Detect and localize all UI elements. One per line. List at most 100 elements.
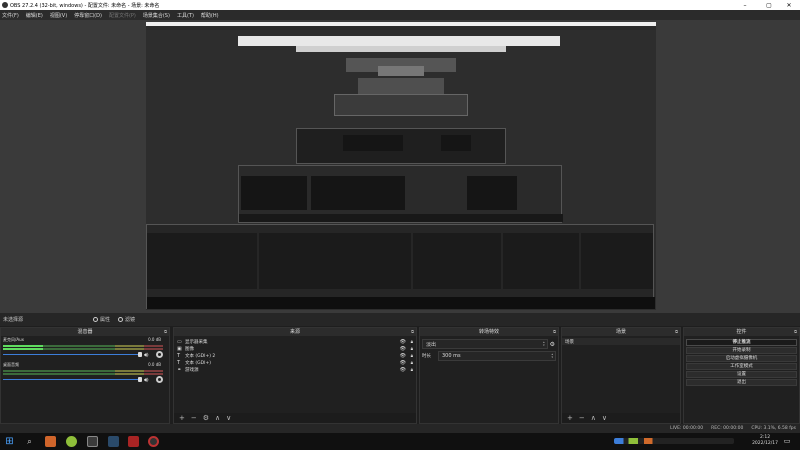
menu-profile[interactable]: 配置文件(P) (109, 12, 136, 19)
lock-icon[interactable]: 🔒︎ (411, 353, 413, 359)
window-title: OBS 27.2.4 (32-bit, windows) - 配置文件: 未命名… (10, 2, 160, 9)
maximize-button[interactable]: ▢ (758, 0, 780, 10)
eye-icon[interactable]: 👁︎ (400, 346, 406, 352)
windows-start-icon[interactable]: ⊞ (4, 436, 15, 447)
scenes-dock: 场景 ⧉ 场景 + − ∧ ∨ (561, 327, 681, 424)
dock-float-icon[interactable]: ⧉ (675, 328, 678, 336)
image-icon: ▣ (177, 345, 182, 352)
stop-streaming-button[interactable]: 停止推流 (686, 339, 797, 346)
system-tray-icons[interactable] (614, 438, 734, 444)
steam-icon[interactable] (108, 436, 119, 447)
properties-button[interactable]: 属性 (93, 316, 110, 323)
menu-help[interactable]: 帮助(H) (201, 12, 219, 19)
nested-capture-level-9 (146, 224, 655, 309)
channel-name: 桌面音频 (3, 362, 19, 367)
mixer-header: 混音器 ⧉ (1, 328, 169, 336)
menu-bar: 文件(F) 编辑(E) 视图(V) 停靠窗口(D) 配置文件(P) 场景集合(S… (0, 10, 800, 20)
taskbar-app-icon[interactable] (66, 436, 77, 447)
eye-icon[interactable]: 👁︎ (400, 339, 406, 345)
add-source-button[interactable]: + (179, 414, 185, 422)
source-properties-button[interactable]: ⚙ (203, 414, 209, 422)
taskbar-app-icon[interactable] (128, 436, 139, 447)
volume-meter (3, 345, 163, 347)
clock[interactable]: 2:12 2022/12/17 (752, 435, 778, 447)
lock-icon[interactable]: 🔒︎ (411, 339, 413, 345)
gear-icon[interactable]: ⚙ (550, 341, 555, 348)
volume-meter (3, 370, 163, 372)
scene-item[interactable]: 场景 (562, 338, 680, 345)
slider-handle[interactable] (138, 377, 142, 382)
cpu-stats: CPU: 3.1%, 6.58 fps (751, 426, 796, 431)
taskbar-app-icon[interactable] (87, 436, 98, 447)
transitions-header: 转场特效 ⧉ (420, 328, 558, 336)
duration-label: 时长 (422, 354, 431, 359)
remove-source-button[interactable]: − (191, 414, 197, 422)
taskbar-app-icon[interactable] (45, 436, 56, 447)
volume-meter (3, 348, 163, 350)
volume-slider[interactable] (3, 352, 142, 357)
controls-dock: 控件 ⧉ 停止推流 开始录制 启动虚拟摄像机 工作室模式 设置 退出 (683, 327, 800, 424)
nested-capture-level-2 (296, 46, 506, 52)
move-down-button[interactable]: ∨ (226, 414, 231, 422)
monitor-icon: ▭ (177, 338, 182, 345)
obs-taskbar-icon[interactable] (148, 436, 159, 447)
exit-button[interactable]: 退出 (686, 379, 797, 386)
menu-docks[interactable]: 停靠窗口(D) (74, 12, 102, 19)
menu-file[interactable]: 文件(F) (2, 12, 19, 19)
menu-tools[interactable]: 工具(T) (177, 12, 194, 19)
filters-button[interactable]: 滤镜 (118, 316, 135, 323)
sources-header: 来源 ⧉ (174, 328, 416, 336)
clock-date: 2022/12/17 (752, 441, 778, 446)
nested-capture-level-1 (238, 36, 560, 46)
scene-up-button[interactable]: ∧ (591, 414, 596, 422)
no-source-selected-label: 未选择源 (3, 317, 24, 323)
dock-float-icon[interactable]: ⧉ (794, 328, 797, 336)
dock-float-icon[interactable]: ⧉ (411, 328, 414, 336)
scene-down-button[interactable]: ∨ (602, 414, 607, 422)
minimize-button[interactable]: – (734, 0, 756, 10)
lock-icon[interactable]: 🔒︎ (411, 360, 413, 366)
volume-slider[interactable] (3, 377, 142, 382)
gear-icon[interactable] (156, 376, 163, 383)
source-item[interactable]: T 文本 (GDI+) 2 👁︎ 🔒︎ (174, 352, 416, 359)
add-scene-button[interactable]: + (567, 414, 573, 422)
eye-icon[interactable]: 👁︎ (400, 353, 406, 359)
gear-icon (93, 317, 99, 322)
notification-icon[interactable]: ▭ (782, 436, 792, 447)
settings-button[interactable]: 设置 (686, 371, 797, 378)
dock-float-icon[interactable]: ⧉ (164, 328, 167, 336)
menu-scene-collection[interactable]: 场景集合(S) (143, 12, 170, 19)
source-item[interactable]: ⚭ 游戏源 👁︎ 🔒︎ (174, 366, 416, 373)
speaker-icon[interactable]: 🔊︎ (144, 351, 148, 360)
preview-canvas[interactable] (146, 22, 656, 310)
menu-edit[interactable]: 编辑(E) (26, 12, 43, 19)
dock-float-icon[interactable]: ⧉ (553, 328, 556, 336)
studio-mode-button[interactable]: 工作室模式 (686, 363, 797, 370)
start-virtual-camera-button[interactable]: 启动虚拟摄像机 (686, 355, 797, 362)
meter-level (3, 348, 43, 350)
move-up-button[interactable]: ∧ (215, 414, 220, 422)
lock-icon[interactable]: 🔒︎ (411, 367, 413, 373)
eye-icon[interactable]: 👁︎ (400, 367, 406, 373)
source-item[interactable]: ▣ 图像 👁︎ 🔒︎ (174, 345, 416, 352)
source-item[interactable]: T 文本 (GDI+) 👁︎ 🔒︎ (174, 359, 416, 366)
title-bar: OBS 27.2.4 (32-bit, windows) - 配置文件: 未命名… (0, 0, 800, 10)
menu-view[interactable]: 视图(V) (50, 12, 67, 19)
eye-icon[interactable]: 👁︎ (400, 360, 406, 366)
scenes-header: 场景 ⧉ (562, 328, 680, 336)
spinner-icon[interactable]: ▴ ▾ (551, 353, 553, 359)
search-icon[interactable]: ⌕ (24, 436, 35, 447)
channel-db: 0.0 dB (148, 362, 161, 367)
transition-select[interactable]: 淡出 ▴ ▾ (422, 339, 548, 349)
slider-handle[interactable] (138, 352, 142, 357)
lock-icon[interactable]: 🔒︎ (411, 346, 413, 352)
duration-input[interactable]: 300 ms ▴ ▾ (438, 351, 556, 361)
remove-scene-button[interactable]: − (579, 414, 585, 422)
speaker-icon[interactable]: 🔊︎ (144, 376, 148, 385)
start-recording-button[interactable]: 开始录制 (686, 347, 797, 354)
channel-db: 0.0 dB (148, 337, 161, 342)
close-button[interactable]: ✕ (778, 0, 800, 10)
rec-timer: REC: 00:00:00 (711, 426, 744, 431)
source-item[interactable]: ▭ 显示器采集 👁︎ 🔒︎ (174, 338, 416, 345)
gear-icon[interactable] (156, 351, 163, 358)
